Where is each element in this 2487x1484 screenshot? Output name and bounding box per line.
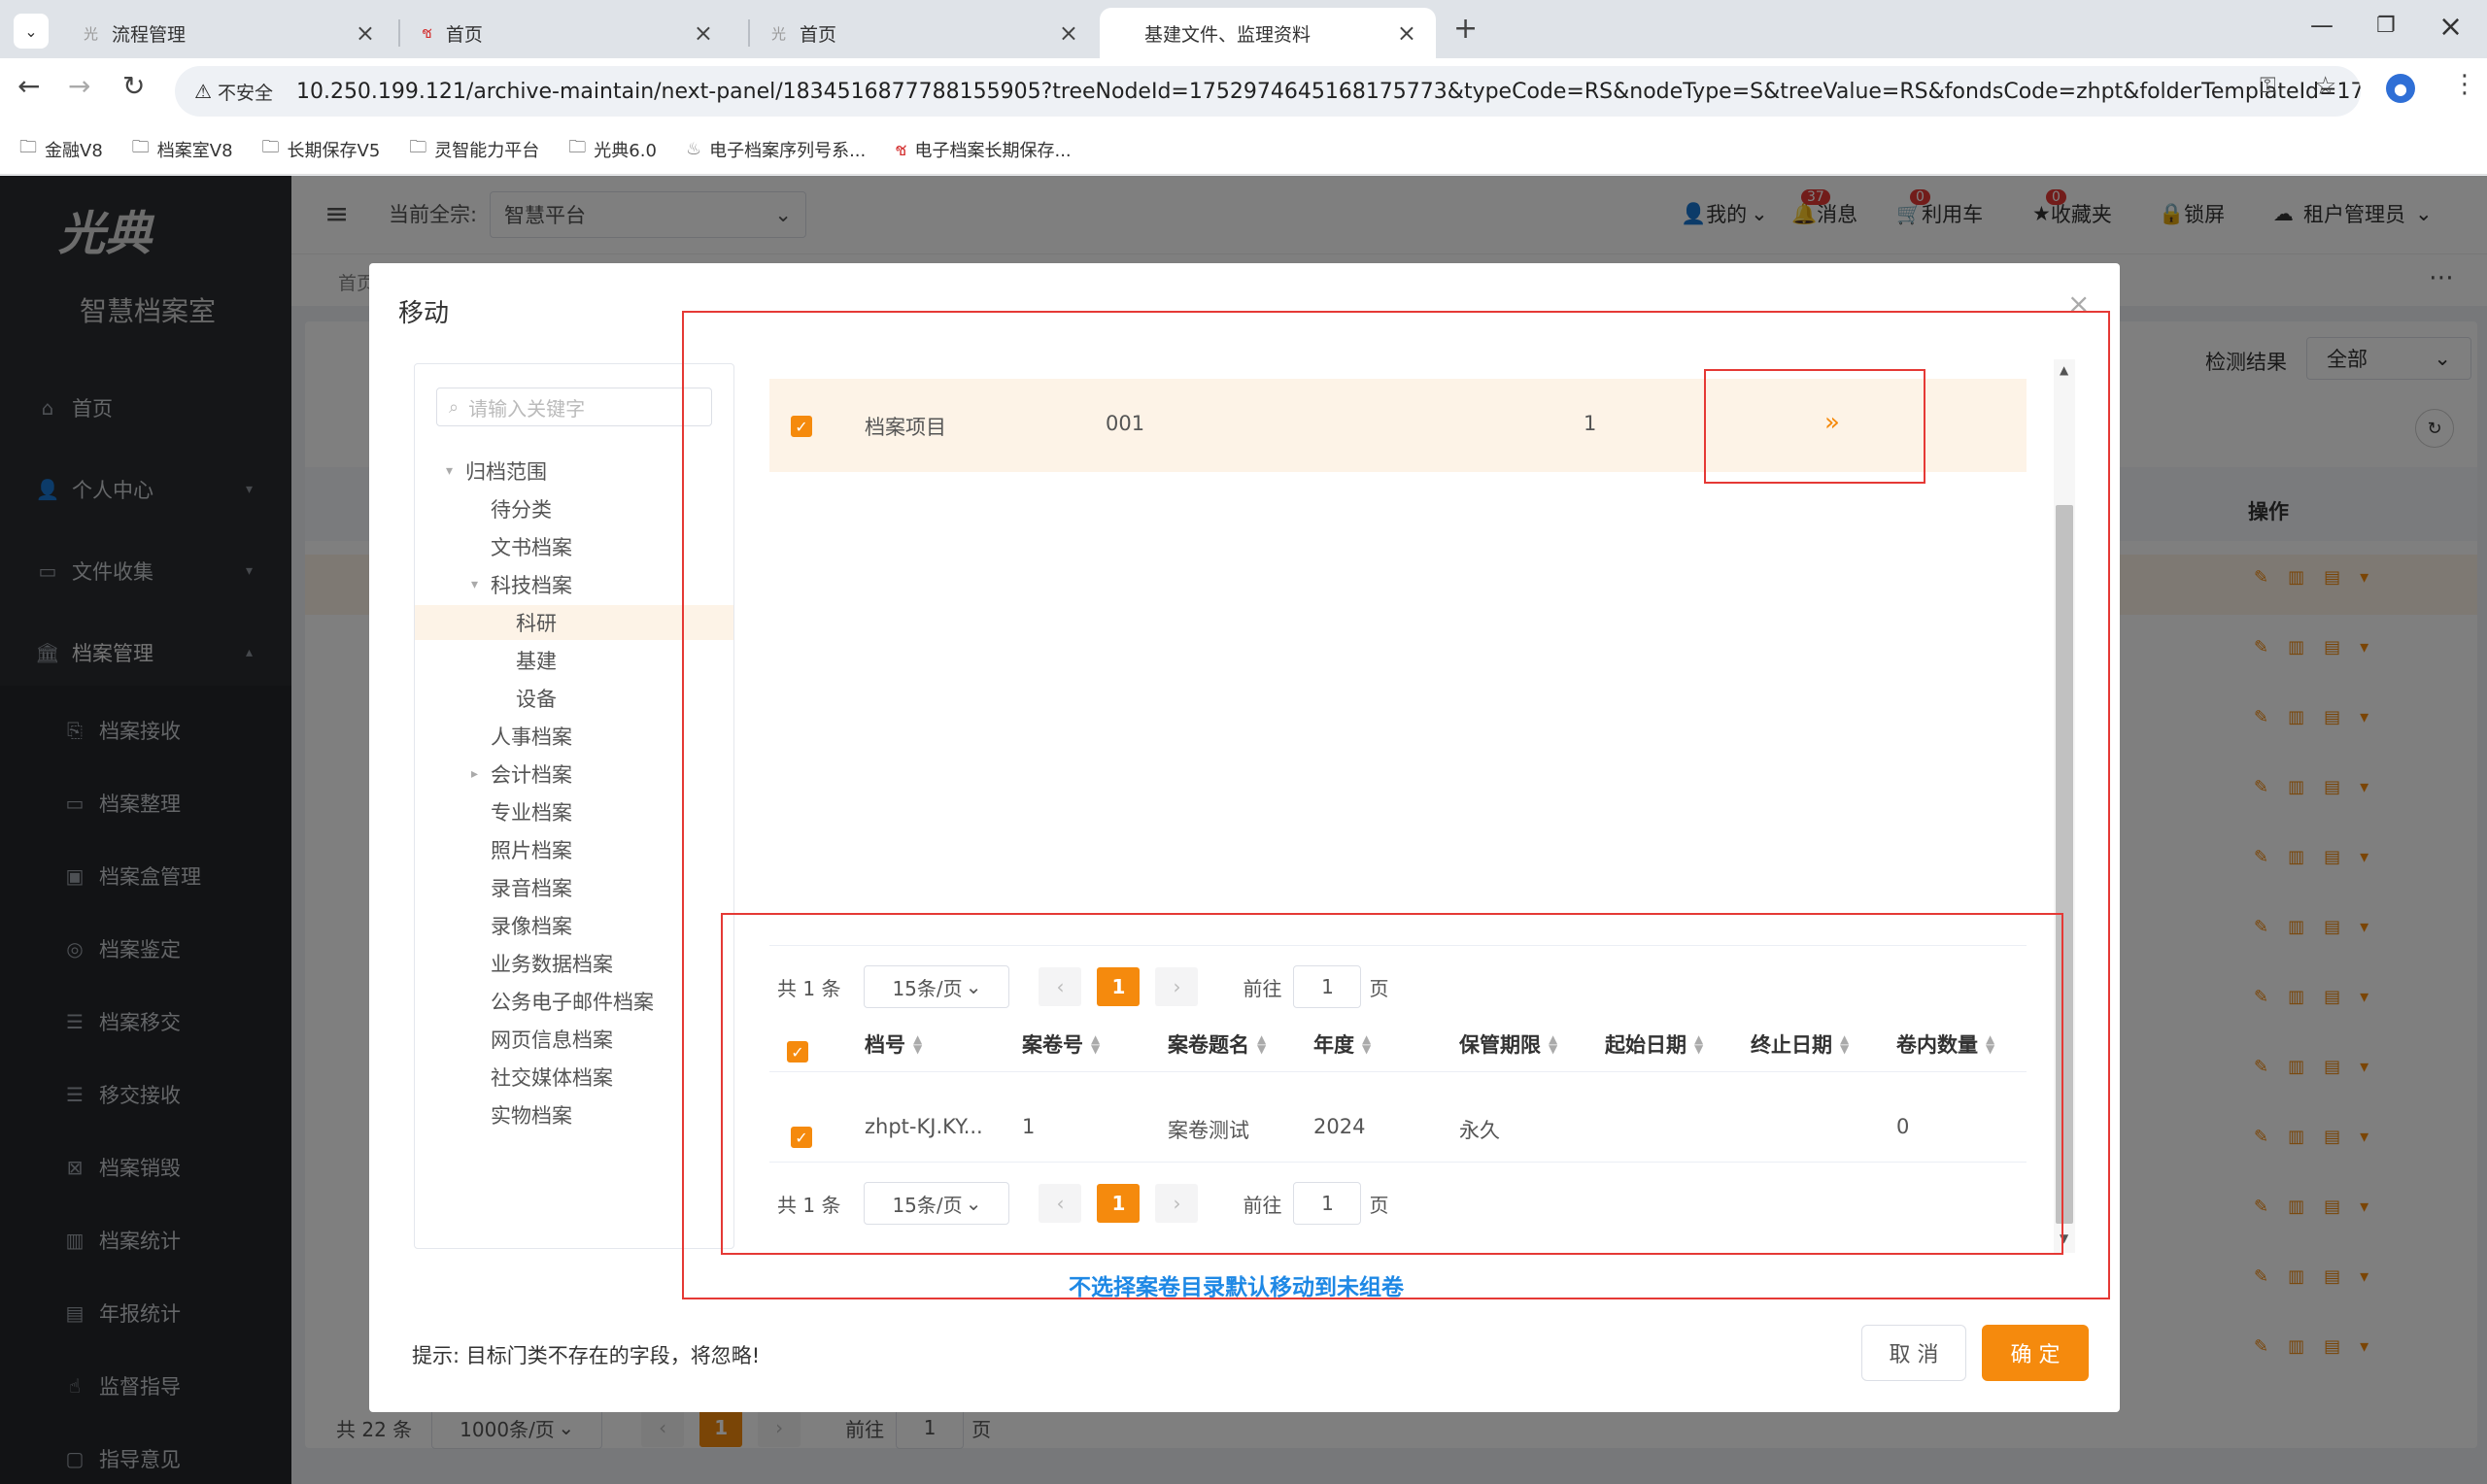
bookmark-item[interactable]: 🗀 灵智能力平台 [409, 135, 539, 164]
annotation-arrow-box [1704, 369, 1925, 484]
dialog-title: 移动 [398, 299, 450, 328]
window-close-icon[interactable]: × [2438, 10, 2463, 44]
bookmarks-bar: 🗀 金融V8 🗀 档案室V8 🗀 长期保存V5 🗀 灵智能力平台 🗀 光典6.0 ♨ 电子档… [0, 124, 2487, 175]
tree-toggle-icon[interactable]: ▾ [446, 463, 465, 479]
bookmark-item[interactable]: 🗀 光典6.0 [568, 135, 657, 164]
bookmark-item[interactable]: ♨ 电子档案序列号系... [686, 137, 866, 162]
folder-icon: 🗀 [409, 136, 427, 157]
annotation-text: 不选择案卷目录默认移动到未组卷 [1069, 1275, 1404, 1300]
warning-icon: ⚠ [194, 80, 212, 103]
bookmark-item[interactable]: 🗀 档案室V8 [132, 135, 233, 164]
folder-icon: 🗀 [261, 136, 280, 157]
reload-icon[interactable]: ↻ [122, 70, 145, 102]
tree-node-label: 待分类 [491, 498, 552, 522]
tree-node-label: 设备 [516, 688, 557, 711]
bookmark-item[interactable]: ช电子档案长期保存... [895, 135, 1071, 163]
tree-toggle-icon[interactable]: ▸ [471, 766, 491, 782]
browser-tab-3[interactable]: 光 首页 × [752, 8, 1098, 58]
search-icon: ⌕ [449, 396, 460, 418]
search-placeholder: 请输入关键字 [468, 396, 586, 421]
restore-icon[interactable]: ❐ [2376, 14, 2396, 38]
close-icon[interactable]: × [694, 19, 713, 47]
tree-node-label: 基建 [516, 650, 557, 673]
close-icon[interactable]: × [1397, 19, 1416, 47]
tree-node-label: 会计档案 [491, 763, 572, 787]
browser-tab-2[interactable]: ช 首页 × [402, 8, 732, 58]
tree-node-label: 科研 [516, 612, 557, 635]
tab-label: 首页 [445, 23, 483, 46]
bookmark-item[interactable]: 🗀 长期保存V5 [262, 135, 381, 164]
tab-label: 首页 [800, 23, 837, 46]
app-favicon-icon: ช [895, 140, 907, 160]
tab-favicon-icon: 光 [84, 24, 99, 43]
bookmark-item[interactable]: 🗀 金融V8 [19, 135, 103, 164]
profile-avatar[interactable]: ● [2386, 74, 2415, 103]
dialog-hint: 提示: 目标门类不存在的字段，将忽略! [412, 1344, 761, 1367]
tree-node-label: 人事档案 [491, 725, 572, 749]
tree-node-label: 录像档案 [491, 915, 572, 938]
tab-label: 基建文件、监理资料 [1144, 23, 1312, 46]
tree-node-label: 科技档案 [491, 574, 572, 597]
tree-search-input[interactable]: ⌕ 请输入关键字 [436, 388, 712, 426]
tree-toggle-icon[interactable]: ▾ [471, 577, 491, 592]
tree-node-label: 归档范围 [465, 460, 547, 484]
folder-icon: 🗀 [568, 136, 587, 157]
forward-icon[interactable]: → [68, 70, 90, 102]
tree-node-label: 社交媒体档案 [491, 1066, 613, 1090]
folder-icon: 🗀 [131, 136, 150, 157]
key-icon[interactable]: ⚿ [2260, 74, 2276, 98]
close-icon[interactable]: × [356, 19, 375, 47]
tab-label: 流程管理 [112, 23, 187, 46]
url-bar[interactable]: ⚠ 不安全 10.250.199.121/archive-maintain/ne… [175, 66, 2361, 117]
tree-node-label: 照片档案 [491, 839, 572, 862]
browser-tab-1[interactable]: 光 流程管理 × [64, 8, 394, 58]
annotation-table-box [721, 913, 2063, 1255]
tree-node-label: 专业档案 [491, 801, 572, 825]
tree-node-label: 文书档案 [491, 536, 572, 559]
minimize-icon[interactable]: — [2310, 12, 2334, 39]
folder-icon: 🗀 [19, 136, 37, 157]
tree-node-label: 公务电子邮件档案 [491, 991, 654, 1014]
tree-node-label: 业务数据档案 [491, 953, 613, 976]
address-bar-row: ← → ↻ ⚠ 不安全 10.250.199.121/archive-maint… [0, 58, 2487, 124]
tree-node-label: 网页信息档案 [491, 1029, 613, 1052]
back-icon[interactable]: ← [17, 70, 40, 102]
browser-tab-4-active[interactable]: 基建文件、监理资料 × [1100, 8, 1436, 58]
tree-node-label: 实物档案 [491, 1104, 572, 1128]
bell-favicon-icon: ♨ [685, 139, 702, 159]
url-text: 10.250.199.121/archive-maintain/next-pan… [295, 79, 2361, 104]
tab-favicon-icon: ช [422, 22, 432, 42]
tab-favicon-icon: 光 [771, 24, 787, 43]
tab-search-icon[interactable]: ⌄ [14, 14, 49, 49]
confirm-button[interactable]: 确 定 [1982, 1325, 2089, 1381]
more-icon[interactable]: ⋮ [2452, 70, 2477, 99]
tree-node-label: 录音档案 [491, 877, 572, 900]
star-icon[interactable]: ☆ [2314, 72, 2336, 101]
security-label: 不安全 [217, 82, 273, 104]
cancel-button[interactable]: 取 消 [1861, 1325, 1966, 1381]
browser-tab-bar: ⌄ 光 流程管理 × ช 首页 × 光 首页 × 基建文件、监理资料 × + —… [0, 0, 2487, 58]
new-tab-icon[interactable]: + [1453, 12, 1478, 46]
close-icon[interactable]: × [1059, 19, 1078, 47]
